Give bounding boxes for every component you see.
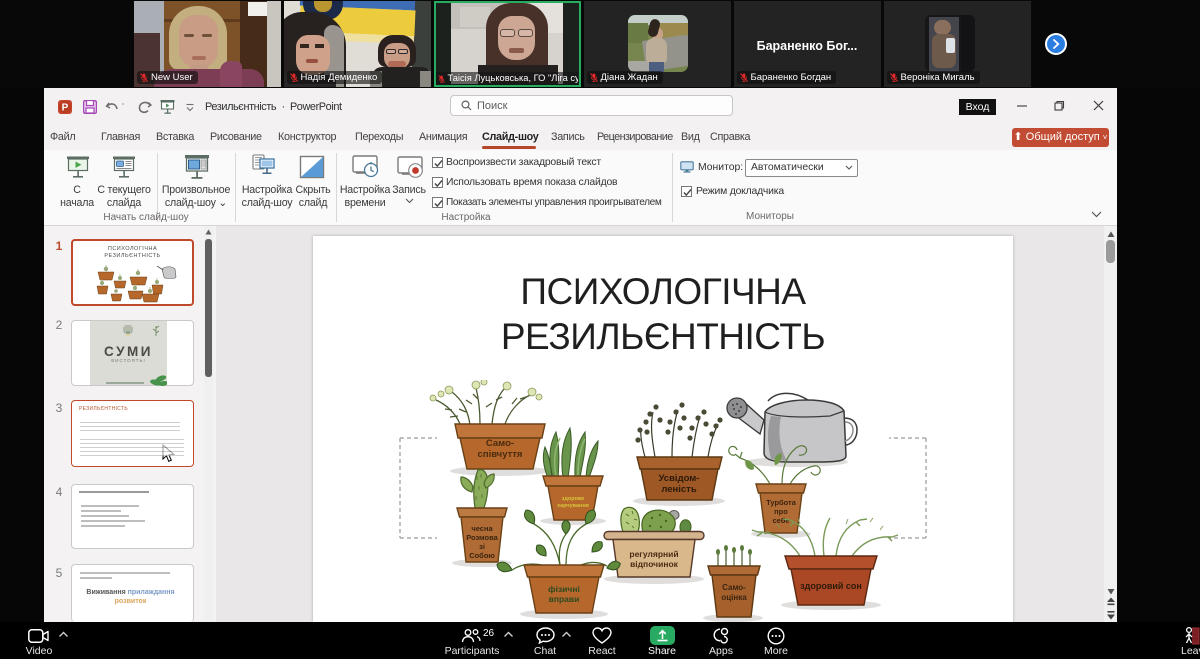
svg-text:чесна: чесна [471,524,493,533]
svg-text:Само-: Само- [486,438,514,449]
svg-text:P: P [62,103,69,114]
svg-text:Усвідом-: Усвідом- [659,473,700,484]
svg-text:себе: себе [772,516,789,525]
svg-text:відпочинок: відпочинок [630,559,679,569]
svg-text:Турбота: Турбота [766,498,797,507]
svg-text:регулярний: регулярний [629,549,678,559]
svg-text:здорове: здорове [562,496,585,502]
svg-text:Само-: Само- [722,583,746,592]
svg-text:оцінка: оцінка [721,593,747,602]
svg-text:вправи: вправи [549,594,580,604]
svg-text:здоровий сон: здоровий сон [800,581,862,591]
svg-text:фізичні: фізичні [548,584,580,594]
svg-text:леність: леність [661,484,697,495]
svg-text:Розмова: Розмова [466,533,498,542]
svg-text:Собою: Собою [469,551,495,560]
svg-text:співчуття: співчуття [478,449,523,460]
svg-text:харчування: харчування [557,503,589,509]
svg-text:зі: зі [479,542,485,551]
svg-text:про: про [774,507,788,516]
